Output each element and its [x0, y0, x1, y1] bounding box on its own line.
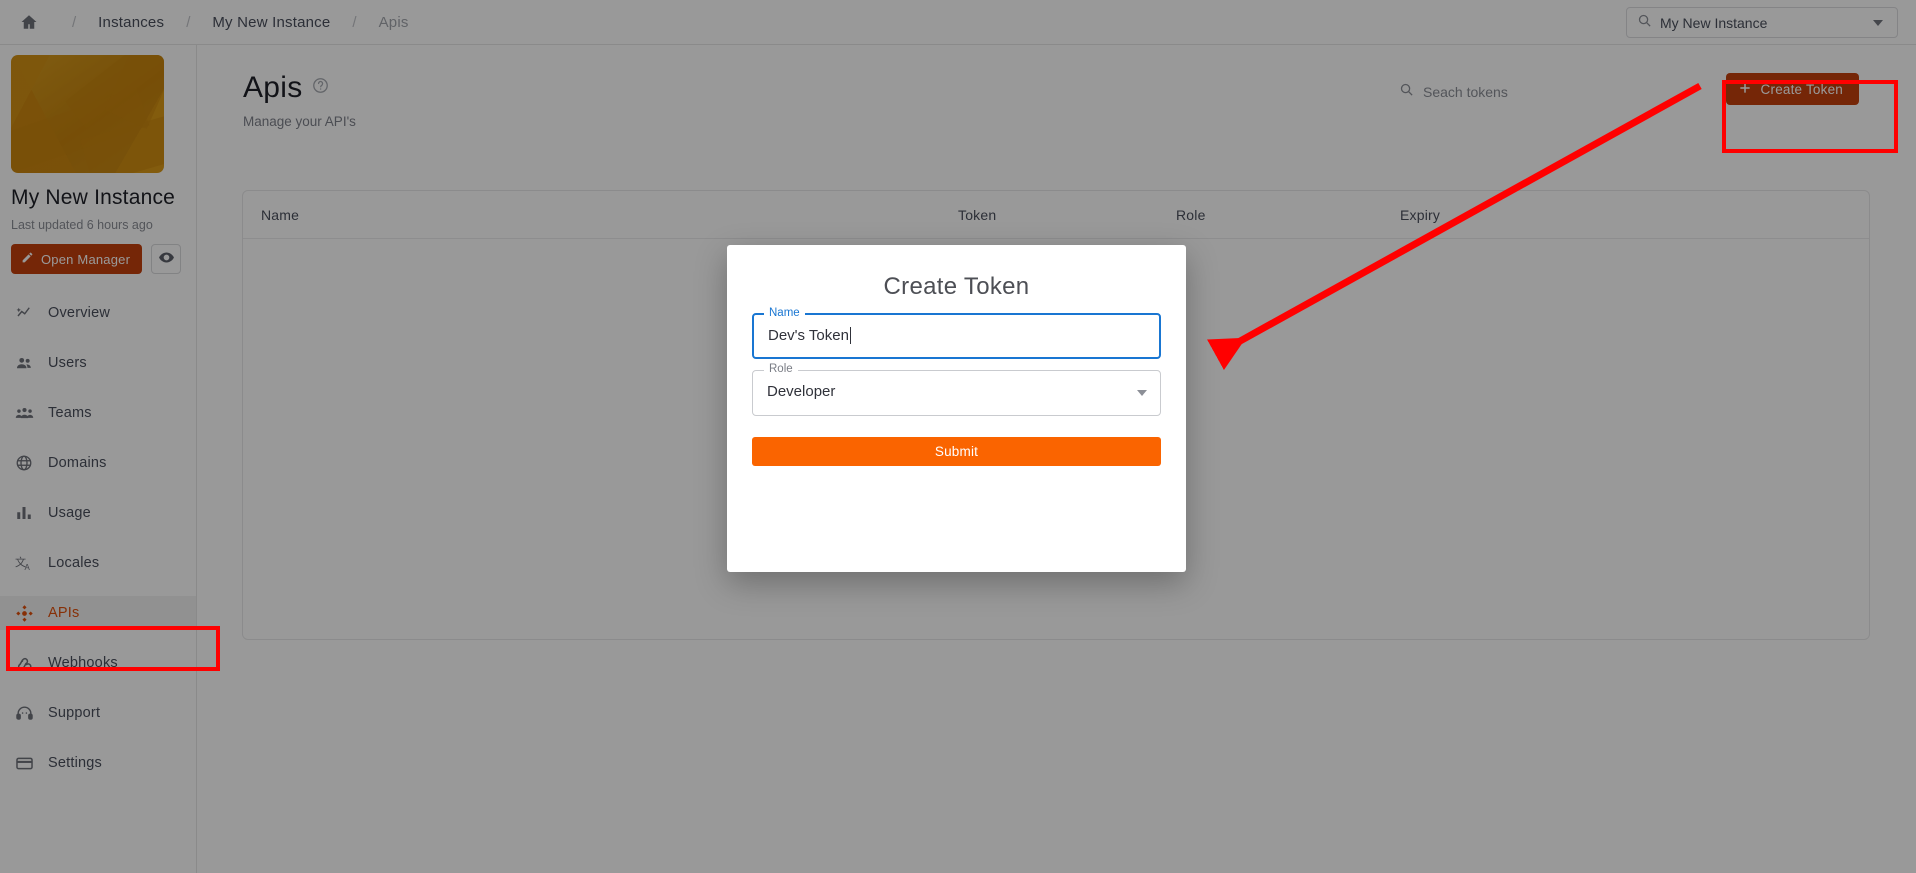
role-field-group: Role Developer — [752, 363, 1161, 416]
app-root: / Instances / My New Instance / Apis My … — [0, 0, 1916, 873]
text-cursor — [849, 327, 851, 344]
name-field-label: Name — [764, 307, 805, 319]
create-token-modal: Create Token Name Dev's Token Role Devel… — [727, 245, 1186, 572]
name-field-value: Dev's Token — [768, 327, 849, 344]
role-select[interactable]: Role Developer — [752, 363, 1161, 416]
name-field[interactable]: Name Dev's Token — [752, 307, 1161, 359]
name-field-group: Name Dev's Token — [752, 307, 1161, 359]
chevron-down-icon — [1137, 390, 1147, 396]
modal-title: Create Token — [883, 273, 1030, 300]
submit-button[interactable]: Submit — [752, 437, 1161, 466]
name-field-value-wrap: Dev's Token — [768, 327, 851, 344]
role-field-value: Developer — [767, 383, 836, 400]
role-field-label: Role — [764, 363, 798, 375]
